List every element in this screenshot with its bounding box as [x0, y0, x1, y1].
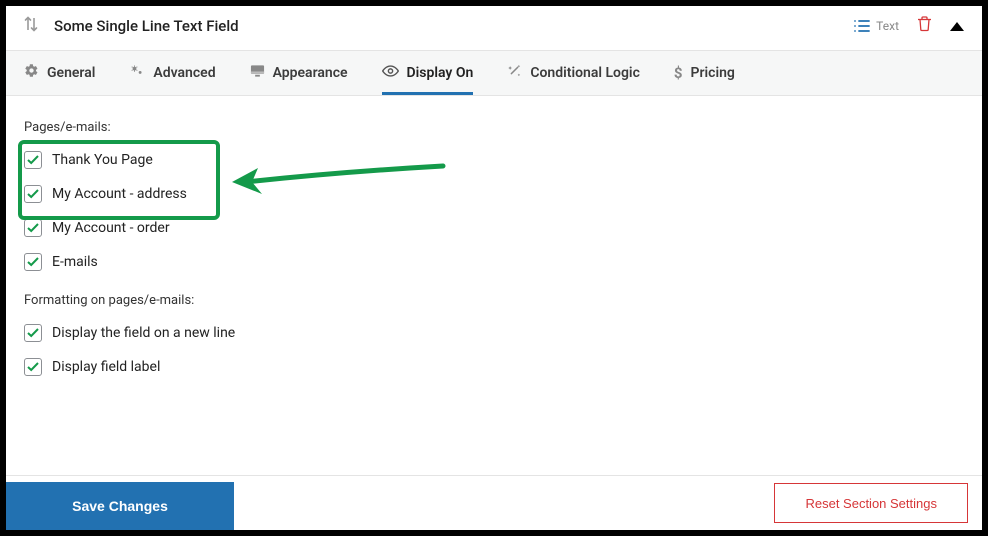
tab-conditional-label: Conditional Logic [530, 65, 640, 81]
checkbox-new-line[interactable] [24, 324, 42, 342]
panel-header: Some Single Line Text Field Text [6, 6, 982, 50]
tab-appearance[interactable]: Appearance [250, 51, 348, 95]
monitor-icon [250, 64, 265, 82]
option-new-line: Display the field on a new line [24, 324, 964, 342]
tab-appearance-label: Appearance [273, 65, 348, 81]
field-type-label: Text [876, 19, 899, 33]
option-account-address-label: My Account - address [52, 186, 187, 202]
checkbox-field-label[interactable] [24, 358, 42, 376]
option-account-order-label: My Account - order [52, 220, 170, 236]
option-field-label: Display field label [24, 358, 964, 376]
checkbox-thank-you[interactable] [24, 151, 42, 169]
gears-icon [129, 63, 145, 82]
display-on-content: Pages/e-mails: Thank You Page My Account… [6, 96, 982, 376]
option-new-line-label: Display the field on a new line [52, 325, 235, 341]
option-emails-label: E-mails [52, 254, 98, 270]
drag-handle-icon[interactable] [24, 16, 38, 36]
field-type-indicator[interactable]: Text [854, 19, 899, 33]
checkbox-account-order[interactable] [24, 219, 42, 237]
pages-section-label: Pages/e-mails: [24, 120, 964, 135]
collapse-toggle-icon[interactable] [950, 22, 964, 31]
gear-icon [24, 63, 39, 82]
tab-conditional-logic[interactable]: Conditional Logic [507, 51, 640, 95]
formatting-section-label: Formatting on pages/e-mails: [24, 293, 964, 308]
option-thank-you-label: Thank You Page [52, 152, 153, 168]
option-thank-you: Thank You Page [24, 151, 964, 169]
panel-footer: Save Changes Reset Section Settings [6, 475, 982, 530]
save-changes-button[interactable]: Save Changes [6, 482, 234, 530]
dollar-icon: $ [674, 64, 683, 82]
tabs-bar: General Advanced Appearance Display On C… [6, 50, 982, 96]
checkbox-account-address[interactable] [24, 185, 42, 203]
eye-icon [382, 65, 399, 81]
option-account-order: My Account - order [24, 219, 964, 237]
wand-icon [507, 63, 522, 82]
tab-display-on-label: Display On [407, 65, 474, 81]
checkbox-emails[interactable] [24, 253, 42, 271]
field-title: Some Single Line Text Field [54, 17, 239, 35]
tab-pricing[interactable]: $ Pricing [674, 51, 735, 95]
tab-general-label: General [47, 65, 95, 81]
delete-icon[interactable] [917, 16, 932, 36]
tab-advanced-label: Advanced [153, 65, 215, 81]
tab-display-on[interactable]: Display On [382, 51, 474, 95]
header-right: Text [854, 16, 964, 36]
field-settings-panel: Some Single Line Text Field Text General [6, 6, 982, 530]
tab-advanced[interactable]: Advanced [129, 51, 215, 95]
option-emails: E-mails [24, 253, 964, 271]
tab-general[interactable]: General [24, 51, 95, 95]
option-field-label-label: Display field label [52, 359, 160, 375]
tab-pricing-label: Pricing [690, 65, 734, 81]
header-left: Some Single Line Text Field [24, 16, 239, 36]
reset-section-button[interactable]: Reset Section Settings [774, 483, 968, 523]
text-type-icon [854, 19, 870, 33]
option-account-address: My Account - address [24, 185, 964, 203]
